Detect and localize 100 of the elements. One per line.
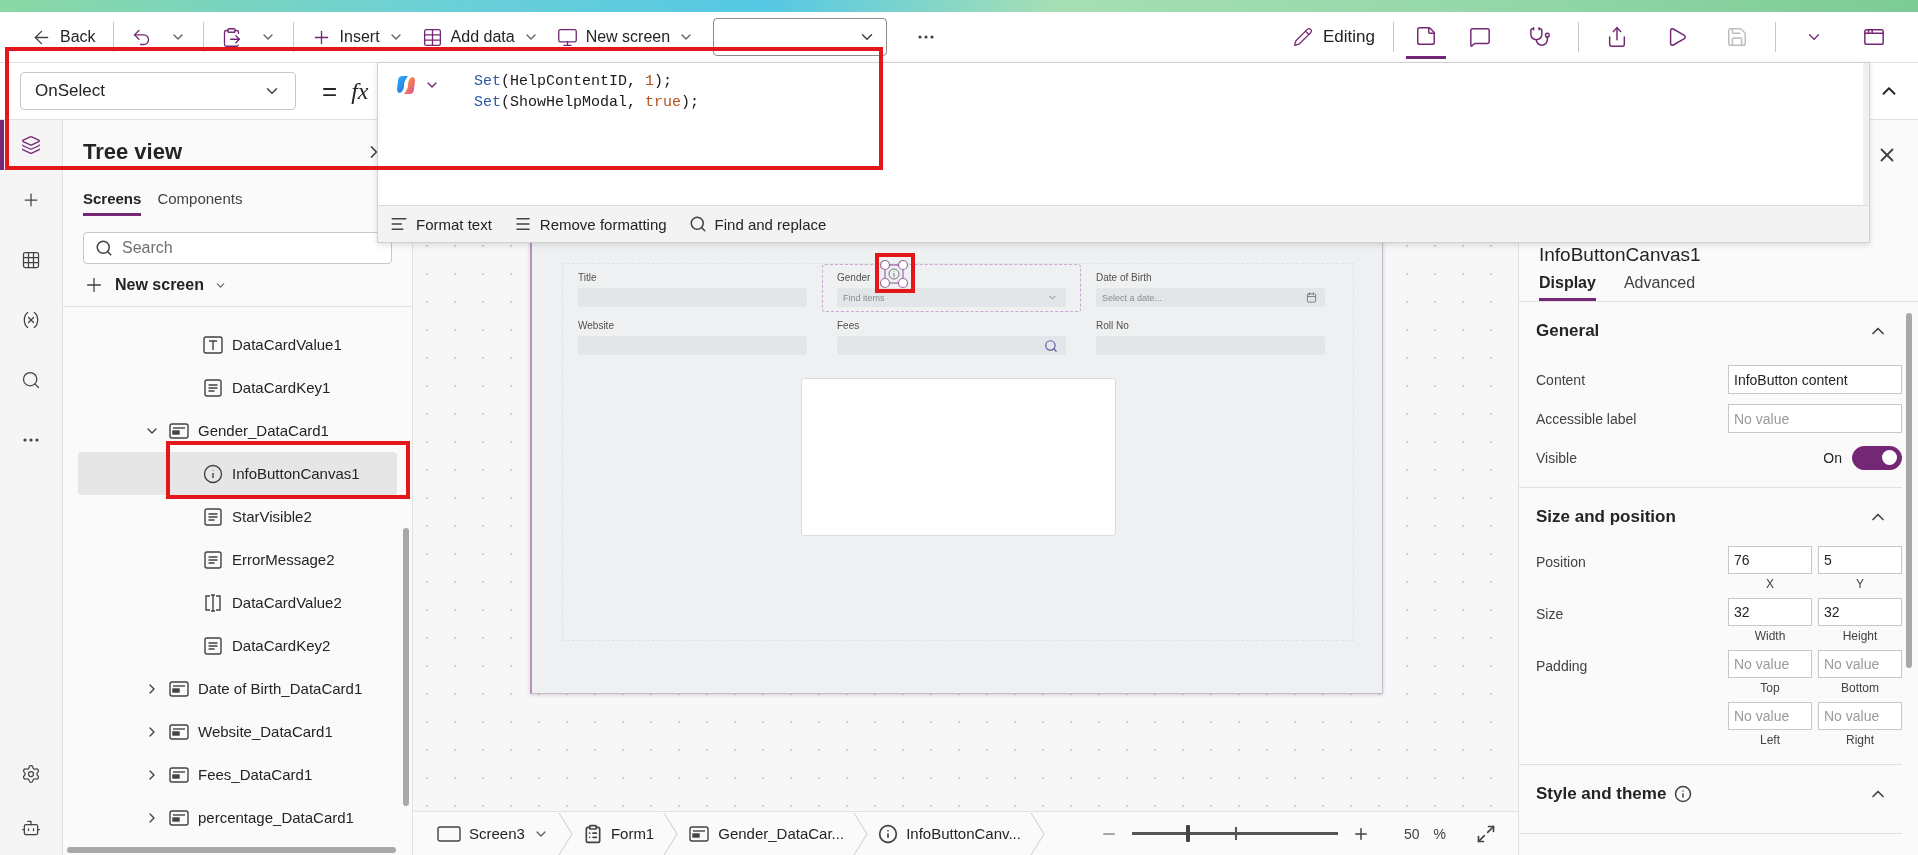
note-icon xyxy=(1415,24,1437,47)
table-icon xyxy=(21,250,41,270)
number-field[interactable]: 76 xyxy=(1728,546,1812,574)
field-caption: Bottom xyxy=(1841,681,1879,696)
remove-format-button[interactable]: Remove formatting xyxy=(505,211,675,237)
label-icon xyxy=(202,376,224,399)
field-caption: X xyxy=(1766,577,1774,592)
formula-editor[interactable]: Set(HelpContentID, 1); Set(ShowHelpModal, true); Format text Remove formatting Find and replace xyxy=(377,62,1870,243)
text-field[interactable]: No value xyxy=(1728,404,1902,433)
slider-thumb[interactable] xyxy=(1185,825,1190,842)
label-icon xyxy=(202,634,224,657)
find-button[interactable]: Find and replace xyxy=(680,211,835,237)
number-field[interactable]: 32 xyxy=(1818,598,1902,626)
tree-item[interactable]: DataCardValue1 xyxy=(78,323,397,366)
property-label: Visible xyxy=(1536,449,1577,466)
fx-label: fx xyxy=(351,77,369,105)
layers-icon xyxy=(21,135,41,155)
save-icon xyxy=(1726,26,1748,48)
property-label: Accessible label xyxy=(1536,410,1637,427)
align-left-icon xyxy=(390,215,408,233)
screen-dropdown[interactable] xyxy=(713,18,888,56)
tree-item[interactable]: ErrorMessage2 xyxy=(78,538,397,581)
property-label: Size xyxy=(1536,605,1564,622)
tab[interactable]: Components xyxy=(157,184,243,216)
number-field[interactable]: 32 xyxy=(1728,598,1812,626)
info-icon xyxy=(878,823,899,844)
field-label: Title xyxy=(578,271,597,283)
scrollbar[interactable] xyxy=(1906,313,1912,668)
tree-item[interactable]: Fees_DataCard1 xyxy=(78,753,397,796)
code-line: Set(ShowHelpModal, true); xyxy=(474,93,700,113)
breadcrumb[interactable]: Form1 xyxy=(574,823,663,844)
text-field[interactable]: InfoButton content xyxy=(1728,365,1902,394)
info-button[interactable] xyxy=(879,259,909,289)
number-field[interactable]: No value xyxy=(1728,702,1812,730)
insert-button[interactable]: Insert xyxy=(301,18,413,56)
number-field[interactable]: No value xyxy=(1728,650,1812,678)
stethoscope-icon xyxy=(1529,26,1551,48)
tree-item[interactable]: InfoButtonCanvas1 xyxy=(78,452,397,495)
search-icon xyxy=(21,370,41,390)
tree-item[interactable]: DataCardKey2 xyxy=(78,624,397,667)
field-caption: Top xyxy=(1760,681,1780,696)
field-caption: Height xyxy=(1842,629,1878,644)
tab[interactable]: Display xyxy=(1539,268,1596,301)
new-screen-button[interactable]: New screen xyxy=(83,270,412,300)
text-input-icon xyxy=(202,591,224,614)
info-icon xyxy=(202,462,224,485)
breadcrumb[interactable]: Screen3 xyxy=(429,824,557,843)
tree-item[interactable]: StarVisible2 xyxy=(78,495,397,538)
tree-item[interactable]: Website_DataCard1 xyxy=(78,710,397,753)
number-field[interactable]: 5 xyxy=(1818,546,1902,574)
tree-item[interactable]: percentage_DataCard1 xyxy=(78,796,397,839)
field-label: Roll No xyxy=(1096,319,1129,331)
table-icon xyxy=(421,26,443,48)
zoom-value: 50 xyxy=(1403,825,1420,842)
tab[interactable]: Screens xyxy=(83,184,142,216)
label-icon xyxy=(202,548,224,571)
tab[interactable]: Advanced xyxy=(1623,268,1696,301)
variable-icon xyxy=(21,310,41,330)
new-screen-button[interactable]: New screen xyxy=(547,18,704,56)
mode-text: Editing xyxy=(1323,27,1375,47)
lines-icon xyxy=(513,215,532,233)
number-field[interactable]: No value xyxy=(1818,650,1902,678)
property-dropdown[interactable]: OnSelect xyxy=(20,72,296,110)
tree-item[interactable]: DataCardValue2 xyxy=(78,581,397,624)
tree-item[interactable]: DataCardKey1 xyxy=(78,366,397,409)
tree-item[interactable]: Date of Birth_DataCard1 xyxy=(78,667,397,710)
comment-icon xyxy=(1469,26,1491,48)
equals-sign: = xyxy=(322,75,338,107)
property-label: Padding xyxy=(1536,657,1588,674)
section-title: General xyxy=(1536,321,1600,341)
control-name: InfoButtonCanvas1 xyxy=(1538,244,1702,266)
search-field[interactable] xyxy=(837,336,1066,355)
scrollbar[interactable] xyxy=(403,528,409,806)
monitor-icon xyxy=(556,26,578,48)
field-label: Gender xyxy=(837,271,871,283)
search-icon xyxy=(1044,338,1058,353)
toggle-switch[interactable] xyxy=(1852,445,1902,470)
scrollbar[interactable] xyxy=(67,847,396,853)
section-title: Style and theme xyxy=(1536,784,1667,804)
search-icon xyxy=(688,215,707,233)
more-icon xyxy=(23,438,39,442)
code-line: Set(HelpContentID, 1); xyxy=(474,72,674,92)
label-icon xyxy=(202,505,224,528)
add-data-button[interactable]: Add data xyxy=(412,18,548,56)
breadcrumb[interactable]: InfoButtonCanv... xyxy=(870,823,1029,844)
property-label: Position xyxy=(1536,553,1586,570)
text-box-icon xyxy=(202,333,224,356)
breadcrumb[interactable]: Gender_DataCar... xyxy=(680,822,853,845)
back-button[interactable]: Back xyxy=(22,18,105,56)
calendar-icon xyxy=(1306,292,1317,303)
tree-item[interactable]: Gender_DataCard1 xyxy=(78,409,397,452)
search-field[interactable]: Search xyxy=(83,232,392,264)
number-field[interactable]: No value xyxy=(1818,702,1902,730)
fit-to-window-button[interactable] xyxy=(1476,823,1496,844)
bot-icon xyxy=(21,818,41,838)
property-label: Content xyxy=(1536,371,1586,388)
percent-sign: % xyxy=(1433,825,1446,842)
screen-icon xyxy=(437,824,461,843)
field-label: Date of Birth xyxy=(1096,271,1152,283)
search-icon xyxy=(95,239,113,257)
